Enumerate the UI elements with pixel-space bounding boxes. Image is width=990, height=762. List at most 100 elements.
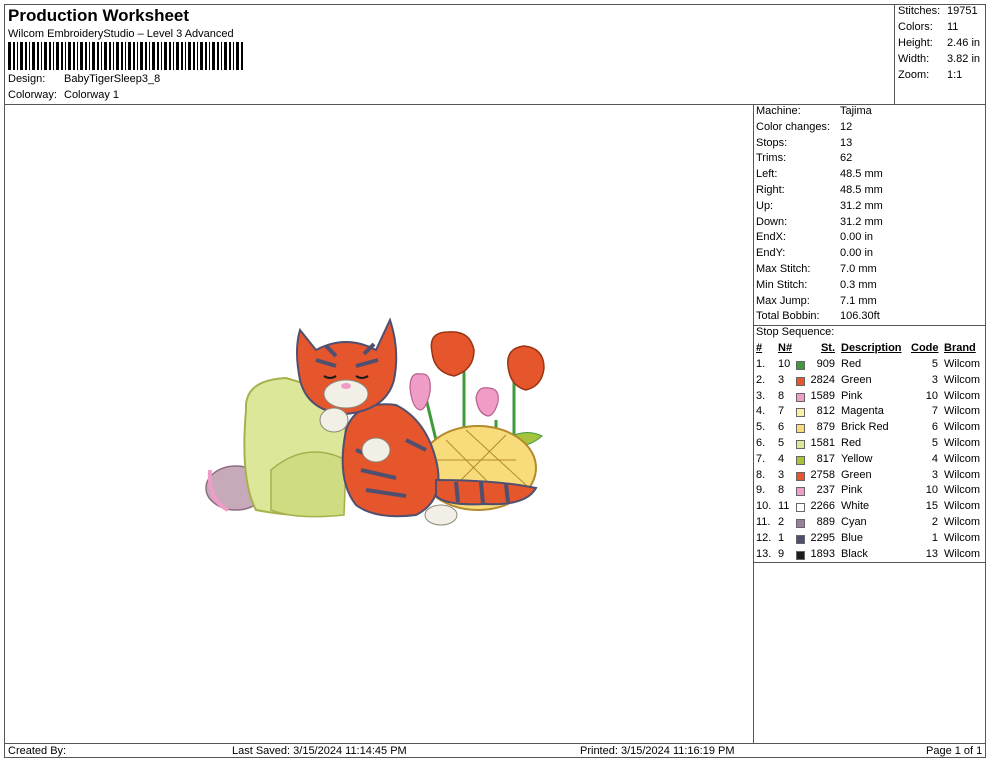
stop-code: 5 [931,358,938,370]
stop-code: 3 [931,373,938,386]
stop-stitches: 889 [816,516,835,528]
page-number: Page 1 of 1 [926,745,983,757]
last-saved: Last Saved: 3/15/2024 11:14:45 PM [232,745,407,757]
machine-info-value: 0.3 mm [840,278,877,291]
color-swatch [796,487,805,497]
stop-index: 13. [756,547,772,560]
col-header-index: # [756,342,763,354]
machine-info-value: 13 [840,136,853,149]
summary-label: Height: [898,37,933,49]
stop-needle: 6 [778,421,785,434]
stop-description: Red [841,437,862,449]
summary-value: 3.82 in [947,53,981,65]
machine-info-label: Min Stitch: [756,278,808,291]
page-title: Production Worksheet [8,6,190,25]
machine-info-value: 7.0 mm [840,263,877,275]
summary-label: Colors: [898,21,933,33]
stop-brand: Wilcom [944,468,981,481]
stop-description: Cyan [841,516,867,528]
embroidery-design-preview [205,317,545,526]
footer-divider [4,743,986,744]
stop-stitches: 817 [816,452,835,465]
color-swatch [796,471,805,481]
stop-code: 5 [931,437,938,449]
stop-description: Green [841,373,872,386]
stop-index: 7. [756,452,766,465]
stop-index: 5. [756,421,766,434]
machine-info-label: Trims: [756,152,787,165]
color-swatch [796,424,805,434]
stop-brand: Wilcom [944,421,981,434]
colorway-label: Colorway: [8,89,57,101]
stop-stitches: 879 [816,421,835,434]
stop-description: Magenta [841,405,884,418]
stop-code: 7 [931,405,938,418]
stop-brand: Wilcom [944,389,981,402]
col-header-stitches: St. [820,342,835,354]
stop-index: 4. [756,405,766,418]
color-swatch [796,534,805,544]
header-divider [4,104,986,105]
stop-brand: Wilcom [944,500,981,513]
color-swatch [796,503,805,513]
machine-info-label: Up: [756,199,774,212]
stop-index: 10. [756,500,772,513]
stop-index: 1. [756,358,766,370]
stop-index: 6. [756,437,766,449]
machine-info-label: Stops: [756,136,788,149]
stop-code: 1 [931,531,938,544]
stop-needle: 7 [778,405,785,418]
stop-needle: 10 [778,358,791,370]
summary-value: 19751 [947,5,978,17]
stop-needle: 9 [778,547,785,560]
stop-brand: Wilcom [944,452,981,465]
stop-description: Red [841,358,862,370]
machine-info-label: Max Jump: [756,294,810,307]
stop-needle: 3 [778,468,785,481]
color-swatch [796,392,805,402]
color-swatch [796,550,805,560]
colorway-name: Colorway 1 [64,89,120,101]
stop-description: Yellow [841,452,873,465]
summary-divider [894,4,895,104]
machine-info-label: Max Stitch: [756,263,811,275]
machine-info-value: 12 [840,120,853,133]
stop-description: Black [841,547,868,560]
summary-value: 2.46 in [947,37,981,49]
stop-brand: Wilcom [944,437,981,449]
stop-index: 9. [756,484,766,497]
stop-brand: Wilcom [944,516,981,528]
stop-stitches: 2295 [810,531,835,544]
stop-description: Green [841,468,872,481]
col-header-brand: Brand [944,342,976,354]
stop-needle: 1 [778,531,785,544]
stop-description: Blue [841,531,864,544]
stop-stitches: 1893 [810,547,835,560]
machine-info-value: Tajima [840,105,872,117]
col-header-needle: N# [778,342,793,354]
software-name: Wilcom EmbroideryStudio – Level 3 Advanc… [8,28,234,40]
stop-index: 2. [756,373,766,386]
stop-code: 4 [931,452,938,465]
summary-label: Width: [898,53,930,65]
summary-value: 11 [947,21,959,33]
summary-value: 1:1 [947,69,963,81]
stop-code: 13 [925,547,938,560]
machine-info-value: 0.00 in [840,231,874,244]
machine-info-value: 106.30ft [840,310,880,323]
stop-stitches: 1589 [810,389,835,402]
stop-index: 3. [756,389,766,402]
stop-stitches: 2824 [810,373,835,386]
machine-info-label: Total Bobbin: [756,310,820,323]
stop-sequence-title: Stop Sequence: [756,326,835,338]
printed-date: Printed: 3/15/2024 11:16:19 PM [580,745,735,757]
stop-brand: Wilcom [944,373,981,386]
stop-description: Pink [841,484,863,497]
stop-needle: 3 [778,373,785,386]
summary-label: Zoom: [898,69,930,81]
stop-index: 12. [756,531,772,544]
stop-brand: Wilcom [944,547,981,560]
stop-brand: Wilcom [944,531,981,544]
stop-needle: 4 [778,452,785,465]
machine-info-value: 31.2 mm [840,215,883,228]
